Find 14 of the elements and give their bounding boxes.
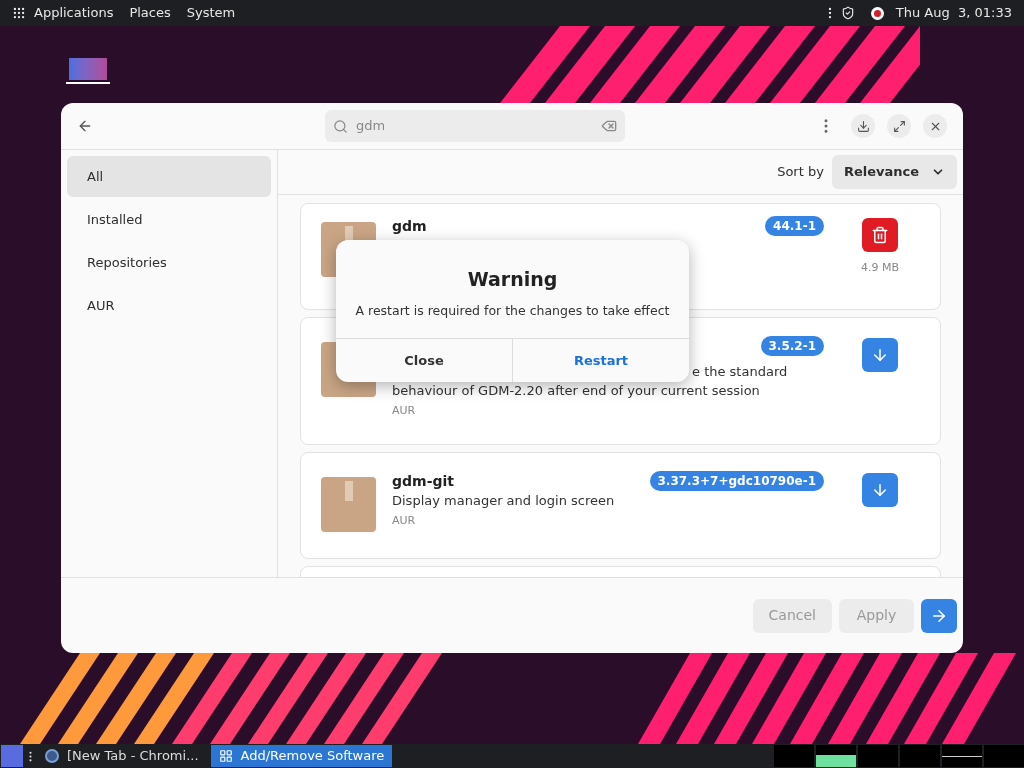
package-name: gdm-git (392, 472, 454, 489)
dialog-message: A restart is required for the changes to take effect (355, 301, 670, 320)
dialog-title: Warning (467, 267, 558, 293)
package-description: Display manager and login screen (392, 492, 615, 509)
package-description: e the standard (692, 364, 788, 380)
package-name: gdm (392, 218, 427, 234)
version-badge: 3.37.3+7+gdc10790e-1 (649, 470, 824, 491)
sort-label: Sort by (777, 163, 824, 182)
package-source: AUR (392, 512, 417, 529)
package-description: behaviour of GDM-2.20 after end of your current session (392, 383, 760, 399)
version-badge: 3.5.2-1 (760, 336, 824, 356)
version-badge: 44.1-1 (765, 216, 824, 236)
package-size: 4.9 MB (861, 260, 899, 276)
package-source: AUR (392, 403, 417, 419)
